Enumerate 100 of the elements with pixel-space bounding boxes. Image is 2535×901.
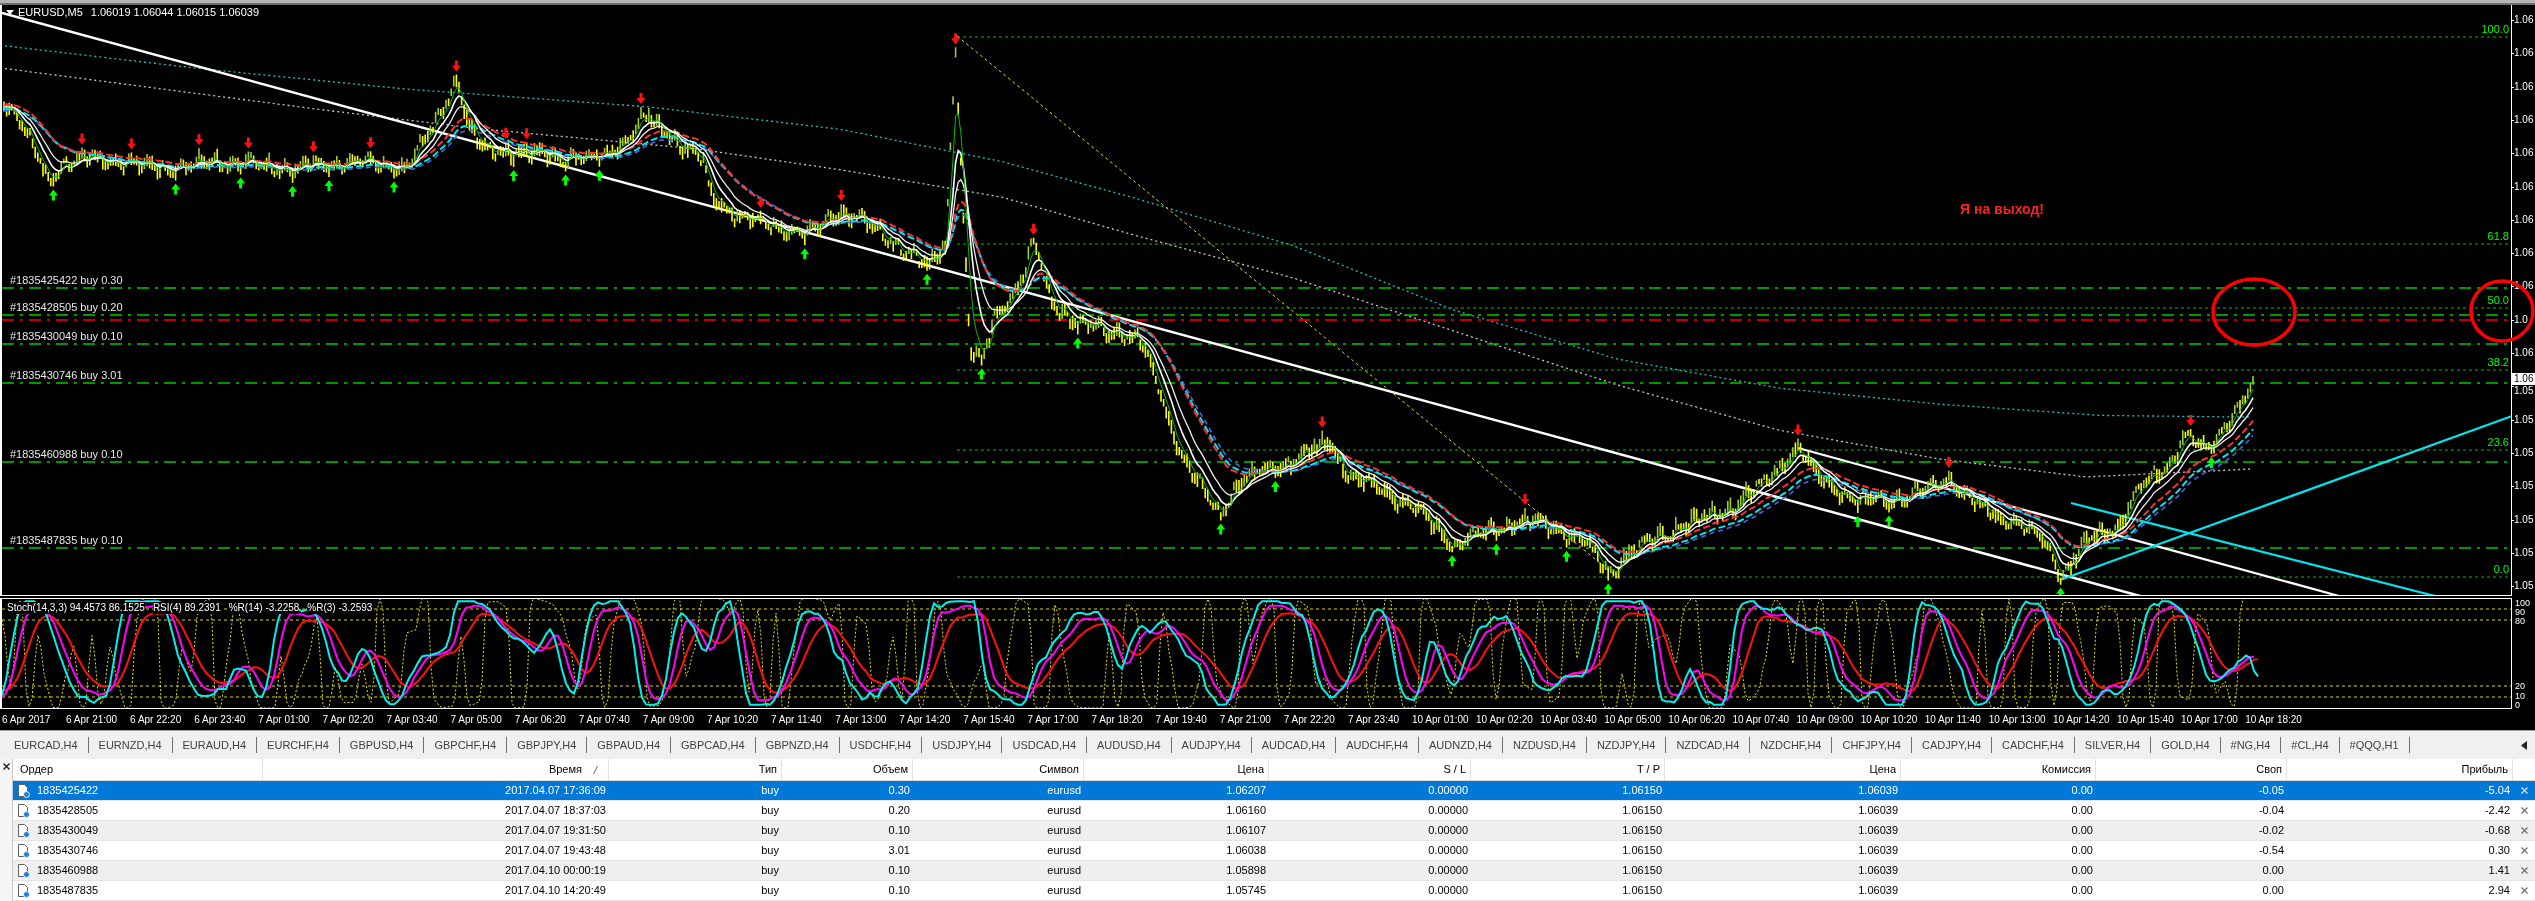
table-cell-text: 2017.04.07 18:37:03 <box>504 803 607 819</box>
chart-tab[interactable]: CHFJPY,H4 <box>1832 737 1912 753</box>
fibonacci-level-label: 61.8 <box>2487 230 2509 243</box>
price-axis-label: 1.0 <box>2514 313 2528 326</box>
chart-tab[interactable]: GBPNZD,H4 <box>755 737 840 753</box>
chart-tab[interactable]: NZDCHF,H4 <box>1750 737 1833 753</box>
column-header[interactable]: Объем <box>782 759 913 780</box>
chart-tab[interactable]: AUDCHF,H4 <box>1336 737 1419 753</box>
chart-tab[interactable]: EURCAD,H4 <box>4 737 89 753</box>
chart-tab[interactable]: GOLD,H4 <box>2151 737 2221 753</box>
price-axis-label: 1.06 <box>2514 213 2534 226</box>
chart-tab[interactable]: AUDJPY,H4 <box>1171 737 1252 753</box>
column-header[interactable]: Комиссия <box>1901 759 2096 780</box>
table-cell-text: buy <box>760 783 780 799</box>
column-header[interactable]: Своп <box>2096 759 2287 780</box>
fibonacci-level-label: 23.6 <box>2487 436 2509 449</box>
time-axis-label: 10 Apr 06:20 <box>1668 713 1726 726</box>
chart-tab[interactable]: USDCHF,H4 <box>839 737 923 753</box>
table-cell-text: 0.00 <box>2070 823 2094 839</box>
scroll-left-icon[interactable] <box>2521 740 2527 750</box>
chart-tab[interactable]: #QQQ,H1 <box>2339 737 2410 753</box>
column-header[interactable]: Цена <box>1665 759 1901 780</box>
order-label: #1835460988 buy 0.10 <box>10 448 123 461</box>
price-axis-label: 1.05 <box>2514 513 2534 526</box>
time-axis-label: 10 Apr 10:20 <box>1860 713 1918 726</box>
order-label: #1835430746 buy 3.01 <box>10 369 123 382</box>
order-label: #1835487835 buy 0.10 <box>10 534 123 547</box>
chart-tab[interactable]: GBPCHF,H4 <box>424 737 508 753</box>
time-axis-label: 7 Apr 21:00 <box>1219 713 1271 726</box>
chart-tab[interactable]: EURNZD,H4 <box>88 737 173 753</box>
table-cell-text: 1.06039 <box>1857 783 1899 799</box>
chart-tab[interactable]: GBPAUD,H4 <box>587 737 672 753</box>
chart-tab[interactable]: EURAUD,H4 <box>172 737 258 753</box>
price-axis-label: 1.06 <box>2514 247 2534 260</box>
sort-icon[interactable] <box>593 766 598 774</box>
table-cell-text: buy <box>760 803 780 819</box>
column-header[interactable]: Символ <box>913 759 1084 780</box>
triangle-icon[interactable] <box>6 10 14 15</box>
table-row[interactable]: 1835487835 2017.04.10 14:20:49 buy 0.10 eurusd 1.05745 0.00000 1.06150 1.06039 0.00 0.00 2.94 <box>13 881 2535 901</box>
column-header[interactable]: Ордер <box>13 759 263 780</box>
chart-tab[interactable]: EURCHF,H4 <box>257 737 340 753</box>
table-cell-text: eurusd <box>1046 823 1082 839</box>
table-cell-text: 0.10 <box>887 883 911 899</box>
chart-tab[interactable]: USDJPY,H4 <box>922 737 1003 753</box>
price-axis-label: 1.05 <box>2514 385 2534 397</box>
chart-tab[interactable]: AUDCAD,H4 <box>1251 737 1337 753</box>
indicator-axis-label: 20 <box>2515 681 2525 691</box>
column-header[interactable]: Цена <box>1084 759 1269 780</box>
indicator-axis-label: 0 <box>2515 701 2520 710</box>
chart-tab[interactable]: USDCAD,H4 <box>1002 737 1087 753</box>
price-axis-label: 1.05 <box>2514 546 2534 559</box>
chart-tab[interactable]: GBPCAD,H4 <box>671 737 756 753</box>
chart-tab[interactable]: GBPUSD,H4 <box>339 737 425 753</box>
time-axis-label: 10 Apr 13:00 <box>1988 713 2046 726</box>
chart-tab[interactable]: SILVER,H4 <box>2074 737 2152 753</box>
chart-tab[interactable]: GBPJPY,H4 <box>507 737 588 753</box>
table-cell-text: 1.06038 <box>1225 843 1267 859</box>
table-row[interactable]: 1835460988 2017.04.10 00:00:19 buy 0.10 eurusd 1.05898 0.00000 1.06150 1.06039 0.00 0.00 1.41 <box>13 861 2535 881</box>
chart-tab[interactable]: NZDUSD,H4 <box>1502 737 1587 753</box>
time-axis-label: 7 Apr 09:00 <box>642 713 694 726</box>
column-header[interactable]: T / P <box>1471 759 1665 780</box>
column-header[interactable]: S / L <box>1269 759 1471 780</box>
table-row[interactable]: 1835430049 2017.04.07 19:31:50 buy 0.10 eurusd 1.06107 0.00000 1.06150 1.06039 0.00 -0.02 -0.68 <box>13 821 2535 841</box>
table-cell-text: 1.06039 <box>1857 863 1899 879</box>
table-cell-text: 3.01 <box>887 843 911 859</box>
table-cell-text: -0.05 <box>2257 783 2285 799</box>
table-row[interactable]: 1835430746 2017.04.07 19:43:48 buy 3.01 eurusd 1.06038 0.00000 1.06150 1.06039 0.00 -0.54 0.30 <box>13 841 2535 861</box>
document-icon <box>17 823 30 838</box>
chart-tab[interactable]: CADCHF,H4 <box>1992 737 2075 753</box>
chart-tab[interactable]: #NG,H4 <box>2220 737 2282 753</box>
chart-tab[interactable]: AUDUSD,H4 <box>1087 737 1172 753</box>
table-cell-text: 1.06039 <box>1857 883 1899 899</box>
table-cell-text: -0.68 <box>2483 823 2511 839</box>
table-cell-text: -5.04 <box>2483 783 2511 799</box>
indicator-axis-label: 90 <box>2515 608 2525 617</box>
close-icon[interactable] <box>2 763 10 770</box>
column-header[interactable]: Прибыль <box>2287 759 2513 780</box>
column-header[interactable]: Тип <box>609 759 782 780</box>
table-cell-text: 2017.04.10 00:00:19 <box>504 863 607 879</box>
time-axis-label: 7 Apr 14:20 <box>899 713 951 726</box>
column-header[interactable]: Время <box>263 759 609 780</box>
time-axis-label: 10 Apr 03:40 <box>1540 713 1597 726</box>
time-axis-label: 6 Apr 23:40 <box>194 713 246 726</box>
chart-tab[interactable]: NZDJPY,H4 <box>1586 737 1667 753</box>
table-cell-text: 0.10 <box>887 823 911 839</box>
table-row[interactable]: 1835428505 2017.04.07 18:37:03 buy 0.20 eurusd 1.06160 0.00000 1.06150 1.06039 0.00 -0.04 -2.42 <box>13 801 2535 821</box>
table-cell-text: 0.00 <box>2261 883 2285 899</box>
table-cell-text: 0.30 <box>2487 843 2511 859</box>
chart-tab[interactable]: NZDCAD,H4 <box>1666 737 1751 753</box>
table-cell-text: 1835425422 <box>37 783 99 799</box>
price-axis-label: 1.05 <box>2514 446 2534 459</box>
chart-tab[interactable]: #CL,H4 <box>2281 737 2340 753</box>
chart-tab[interactable]: CADJPY,H4 <box>1911 737 1993 753</box>
time-axis-label: 6 Apr 2017 <box>2 713 51 726</box>
table-cell-text: 1.06207 <box>1225 783 1267 799</box>
table-cell-text: 0.00000 <box>1427 863 1469 879</box>
table-cell-text: -0.54 <box>2257 843 2285 859</box>
chart-tab[interactable]: AUDNZD,H4 <box>1419 737 1503 753</box>
time-axis-label: 6 Apr 21:00 <box>66 713 118 726</box>
table-row[interactable]: 1835425422 2017.04.07 17:36:09 buy 0.30 eurusd 1.06207 0.00000 1.06150 1.06039 0.00 -0.05 -5.04 <box>13 781 2535 801</box>
